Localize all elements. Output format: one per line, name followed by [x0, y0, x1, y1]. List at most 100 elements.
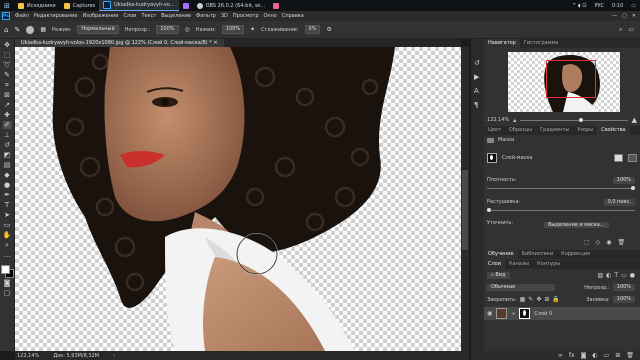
workspace-icon[interactable]: ▭: [628, 26, 640, 33]
lock-move-icon[interactable]: ✥: [536, 296, 541, 303]
status-arrow-icon[interactable]: ›: [113, 353, 115, 359]
select-pixel-mask-icon[interactable]: [614, 154, 623, 162]
taskbar-app-photoshop[interactable]: Ukladka-kudryavyh-vo...: [99, 0, 179, 11]
menu-image[interactable]: Изображение: [82, 13, 118, 19]
layer-name[interactable]: Слой 0: [534, 311, 552, 317]
zoom-in-icon[interactable]: ▲: [632, 116, 637, 124]
feather-slider[interactable]: [487, 208, 635, 212]
quick-select-tool-icon[interactable]: ✎: [3, 71, 12, 79]
layer-mask-thumbnail[interactable]: [487, 153, 497, 163]
more-tools-icon[interactable]: …: [3, 251, 12, 259]
add-mask-icon[interactable]: ◙: [581, 352, 587, 359]
windows-start-icon[interactable]: ⊞: [0, 0, 14, 11]
smoothing-settings-icon[interactable]: ⚙: [326, 26, 331, 33]
opacity-field[interactable]: 100%: [156, 25, 179, 34]
flow-field[interactable]: 100%: [221, 25, 245, 34]
stamp-tool-icon[interactable]: ⊥: [3, 131, 12, 139]
airbrush-icon[interactable]: ✦: [250, 26, 255, 33]
home-icon[interactable]: ⌂: [4, 26, 8, 34]
tab-gradients[interactable]: Градиенты: [536, 126, 573, 135]
brush-tool-icon[interactable]: ✐: [2, 121, 12, 129]
eyedropper-tool-icon[interactable]: ↗: [3, 101, 12, 109]
lock-paint-icon[interactable]: ✎: [528, 296, 533, 303]
tab-paths[interactable]: Контуры: [533, 260, 564, 269]
tab-properties[interactable]: Свойства: [597, 126, 630, 135]
layer-row[interactable]: ◉ ∞ Слой 0: [484, 307, 640, 320]
menu-3d[interactable]: 3D: [221, 13, 228, 19]
tab-histogram[interactable]: Гистограмма: [520, 39, 563, 48]
filter-pixel-icon[interactable]: ▨: [597, 272, 603, 279]
blur-tool-icon[interactable]: ◆: [3, 171, 12, 179]
brush-tool-icon[interactable]: ✎: [14, 26, 20, 34]
history-brush-icon[interactable]: ↺: [3, 141, 12, 149]
new-group-icon[interactable]: ▭: [604, 352, 610, 359]
menu-help[interactable]: Справка: [282, 13, 304, 19]
eraser-tool-icon[interactable]: ◩: [3, 151, 12, 159]
taskbar-app-extra-2[interactable]: [269, 0, 283, 11]
taskbar-app-explorer-2[interactable]: Captures: [60, 0, 100, 11]
tab-swatches[interactable]: Образцы: [505, 126, 536, 135]
maximize-icon[interactable]: ▢: [622, 13, 627, 19]
menu-layers[interactable]: Слои: [123, 13, 136, 19]
tray-icons[interactable]: ^ ◖ ⊡: [568, 0, 590, 11]
type-tool-icon[interactable]: T: [3, 201, 12, 209]
close-tab-icon[interactable]: ✕: [213, 40, 217, 46]
new-layer-icon[interactable]: ⊞: [615, 352, 620, 359]
tab-color[interactable]: Цвет: [484, 126, 505, 135]
document-canvas[interactable]: [15, 47, 461, 351]
menu-edit[interactable]: Редактирование: [34, 13, 78, 19]
lock-artboard-icon[interactable]: ⊞: [544, 296, 549, 303]
load-selection-icon[interactable]: ⬚: [584, 239, 590, 246]
marquee-tool-icon[interactable]: ⬚: [3, 51, 12, 59]
feather-field[interactable]: 0,0 пикс.: [603, 199, 635, 206]
shape-tool-icon[interactable]: ▭: [3, 221, 12, 229]
clock[interactable]: 0:10: [608, 0, 627, 11]
lock-all-icon[interactable]: 🔒: [552, 296, 559, 303]
language-indicator[interactable]: РУС: [590, 0, 608, 11]
navigator-zoom-slider[interactable]: [520, 117, 628, 122]
healing-tool-icon[interactable]: ✚: [3, 111, 12, 119]
color-swatches[interactable]: [1, 265, 14, 278]
menu-view[interactable]: Просмотр: [233, 13, 259, 19]
density-slider[interactable]: [487, 186, 635, 190]
delete-mask-icon[interactable]: 🗑: [618, 239, 626, 246]
screen-mode-icon[interactable]: ▢: [3, 289, 12, 297]
layer-opacity-field[interactable]: 100%: [612, 284, 635, 291]
filter-shape-icon[interactable]: ▭: [621, 272, 627, 279]
layer-filter-select[interactable]: ⌕ Вид: [487, 272, 510, 279]
document-tab[interactable]: Ukladka-kudryavyh-volos-1920x1080.jpg @ …: [15, 39, 224, 47]
filter-adjust-icon[interactable]: ◐: [606, 272, 611, 279]
menu-type[interactable]: Текст: [141, 13, 156, 19]
tab-learn[interactable]: Обучение: [484, 250, 518, 259]
notification-icon[interactable]: ▭: [627, 0, 640, 11]
taskbar-app-explorer-1[interactable]: Исходники: [14, 0, 60, 11]
tab-channels[interactable]: Каналы: [505, 260, 533, 269]
eye-icon[interactable]: ◉: [487, 310, 492, 317]
tab-patterns[interactable]: Узоры: [573, 126, 597, 135]
taskbar-app-obs[interactable]: OBS 26.0.2 (64-bit, wi...: [193, 0, 270, 11]
actions-panel-icon[interactable]: ▶: [474, 73, 479, 81]
taskbar-app-extra[interactable]: [179, 0, 193, 11]
toggle-mask-icon[interactable]: ◉: [606, 239, 611, 246]
fill-field[interactable]: 100%: [612, 296, 635, 303]
select-and-mask-button[interactable]: Выделение и маска...: [544, 222, 609, 228]
zoom-tool-icon[interactable]: ⌕: [3, 241, 12, 249]
hand-tool-icon[interactable]: ✋: [3, 231, 12, 239]
minimize-icon[interactable]: —: [612, 13, 617, 19]
fx-icon[interactable]: fx: [569, 352, 575, 359]
filter-toggle-icon[interactable]: ●: [630, 272, 635, 279]
brush-preset-picker[interactable]: [26, 25, 35, 34]
menu-filter[interactable]: Фильтр: [196, 13, 216, 19]
search-icon[interactable]: ⌕: [619, 26, 622, 34]
close-icon[interactable]: ✕: [632, 13, 640, 19]
menu-select[interactable]: Выделение: [161, 13, 191, 19]
mode-select[interactable]: Нормальный: [77, 25, 119, 34]
tab-navigator[interactable]: Навигатор: [484, 39, 520, 48]
dodge-tool-icon[interactable]: ●: [3, 181, 12, 189]
zoom-level[interactable]: 122,14%: [17, 353, 39, 359]
navigator-view-box[interactable]: [546, 60, 596, 98]
gradient-tool-icon[interactable]: ▤: [3, 161, 12, 169]
density-field[interactable]: 100%: [612, 177, 635, 184]
link-layers-icon[interactable]: ∞: [558, 352, 563, 359]
adjustment-layer-icon[interactable]: ◐: [592, 352, 597, 359]
